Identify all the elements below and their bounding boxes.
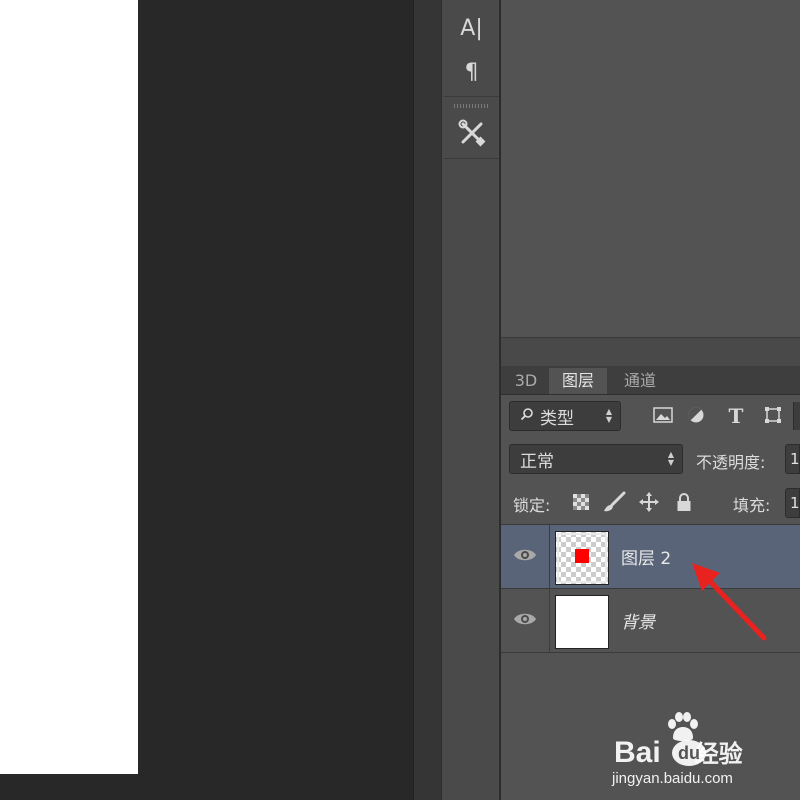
watermark-du-badge: du — [672, 740, 706, 766]
document-canvas[interactable] — [0, 0, 138, 774]
watermark-url: jingyan.baidu.com — [612, 770, 733, 787]
filter-toggle-partial[interactable] — [793, 402, 800, 430]
fill-label: 填充: — [733, 496, 771, 515]
blend-mode-select[interactable]: 正常 ▲ ▼ — [509, 444, 683, 474]
paragraph-panel-icon: ¶ — [464, 59, 479, 85]
opacity-input[interactable]: 10 — [785, 444, 800, 474]
layer-name[interactable]: 背景 — [621, 608, 655, 633]
canvas-pasteboard-bottom — [0, 774, 138, 800]
dock-separator — [444, 96, 499, 97]
eye-icon[interactable] — [513, 609, 539, 631]
filter-shape-layers-button[interactable] — [761, 406, 785, 428]
empty-panel-area — [501, 0, 800, 338]
panel-divider[interactable] — [413, 0, 441, 800]
annotation-arrow — [692, 563, 767, 641]
layer-thumbnail[interactable] — [555, 595, 609, 649]
panel-tab-bar: 3D 图层 通道 — [501, 366, 800, 395]
layer-filter-label: 类型 — [540, 408, 574, 429]
character-panel-icon: A| — [460, 15, 483, 41]
lock-icon — [676, 492, 692, 516]
paragraph-panel-button[interactable]: ¶ — [447, 55, 496, 89]
lock-position-button[interactable] — [637, 492, 661, 516]
search-icon — [520, 406, 534, 426]
eye-icon[interactable] — [513, 545, 539, 567]
type-icon: T — [728, 404, 744, 428]
tab-channels[interactable]: 通道 — [611, 368, 669, 394]
tab-layers[interactable]: 图层 — [549, 368, 607, 394]
lock-all-button[interactable] — [673, 492, 695, 516]
shape-icon — [764, 406, 782, 428]
filter-adjustment-layers-button[interactable] — [685, 406, 707, 428]
lock-transparent-pixels-button[interactable] — [571, 494, 591, 514]
lock-label: 锁定: — [513, 496, 551, 515]
dock-grip[interactable] — [454, 104, 490, 108]
baidu-jingyan-watermark: Baidu经验 du jingyan.baidu.com — [612, 712, 792, 792]
dock-separator — [444, 158, 499, 159]
layer-filter-select[interactable]: 类型 ▲ ▼ — [509, 401, 621, 431]
layer-name[interactable]: 图层 2 — [621, 544, 671, 569]
tool-presets-button[interactable] — [447, 118, 496, 152]
chevron-updown-icon: ▲ ▼ — [667, 450, 674, 467]
lock-image-pixels-button[interactable] — [601, 491, 627, 517]
blend-mode-label: 正常 — [520, 451, 554, 472]
filter-type-layers-button[interactable]: T — [725, 404, 747, 428]
layer-thumbnail[interactable] — [555, 531, 609, 585]
fill-input[interactable]: 10 — [785, 488, 800, 518]
tool-presets-icon — [457, 118, 487, 152]
opacity-label: 不透明度: — [696, 453, 766, 472]
checkerboard-icon — [573, 494, 589, 514]
red-square-content — [575, 549, 589, 563]
brush-icon — [602, 491, 626, 517]
image-icon — [653, 407, 673, 427]
character-panel-button[interactable]: A| — [447, 11, 496, 45]
adjustment-circle-icon — [687, 406, 705, 428]
canvas-pasteboard — [138, 0, 413, 800]
move-arrows-icon — [639, 492, 659, 516]
filter-pixel-layers-button[interactable] — [651, 406, 675, 428]
panel-gap — [501, 338, 800, 366]
tab-3d[interactable]: 3D — [507, 368, 545, 394]
chevron-updown-icon: ▲ ▼ — [605, 407, 612, 424]
panel-dock: A| ¶ — [441, 0, 500, 800]
watermark-brand-bai: Bai — [614, 736, 661, 769]
